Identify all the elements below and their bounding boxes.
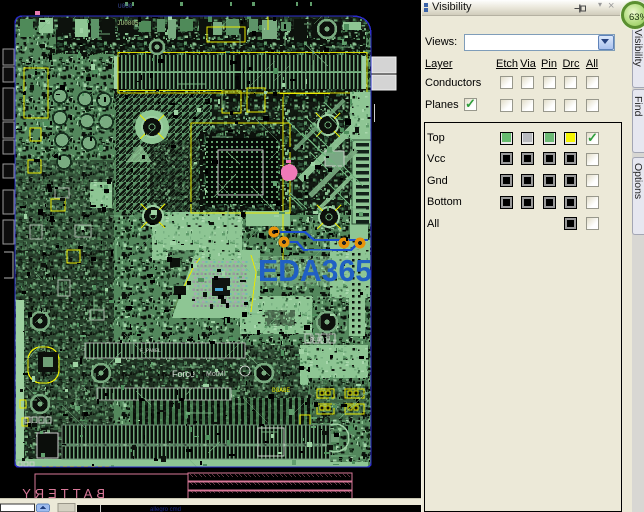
svg-text:EDA365: EDA365 xyxy=(258,253,372,288)
svg-text:JU0805: JU0805 xyxy=(117,20,139,27)
svg-text:DGAGE: DGAGE xyxy=(272,387,290,394)
svg-text:PCIE1: PCIE1 xyxy=(310,337,325,343)
svg-text:allegro cmd: allegro cmd xyxy=(150,507,181,512)
svg-text:U0U0: U0U0 xyxy=(118,3,133,10)
svg-text:MotMl: MotMl xyxy=(206,371,226,378)
